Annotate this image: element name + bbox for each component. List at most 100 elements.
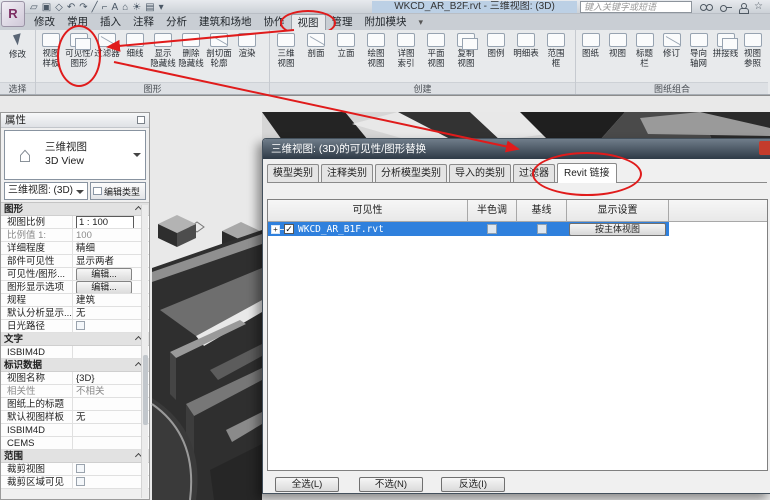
default-3d-view-icon[interactable]: ◇ [55, 1, 63, 14]
title-on-sheet-value[interactable] [73, 398, 149, 410]
view-reference-button[interactable]: 视图 参照 [739, 31, 766, 81]
elevation-button[interactable]: 立面 [331, 31, 361, 81]
section-extents[interactable]: 范围 [1, 450, 149, 463]
tab-imported-categories[interactable]: 导入的类别 [449, 164, 511, 182]
ribbon-minimize-icon[interactable]: ▾ [413, 14, 424, 30]
tab-modify[interactable]: 修改 [28, 14, 61, 30]
show-hidden-lines-button[interactable]: 显示 隐藏线 [149, 31, 177, 81]
section-identity-data[interactable]: 标识数据 [1, 359, 149, 372]
undo-icon[interactable]: ↶ [67, 1, 75, 14]
legend-button[interactable]: 图例 [481, 31, 511, 81]
search-icon[interactable] [700, 4, 713, 11]
3d-view-button[interactable]: 三维 视图 [271, 31, 301, 81]
underlay-checkbox[interactable] [537, 224, 547, 234]
tab-analyze[interactable]: 分析 [160, 14, 193, 30]
scrollbar-thumb[interactable] [143, 355, 148, 425]
tab-revit-links[interactable]: Revit 链接 [557, 163, 617, 183]
communication-center-icon[interactable] [739, 3, 747, 12]
tab-addins[interactable]: 附加模块 [359, 14, 413, 30]
callout-button[interactable]: 详图 索引 [391, 31, 421, 81]
application-menu-button[interactable]: R [1, 1, 25, 27]
tab-manage[interactable]: 管理 [326, 14, 359, 30]
drafting-view-button[interactable]: 绘图 视图 [361, 31, 391, 81]
filters-button[interactable]: 过滤器 [93, 31, 121, 81]
remove-hidden-lines-button[interactable]: 删除 隐藏线 [177, 31, 205, 81]
render-button[interactable]: 渲染 [233, 31, 261, 81]
crop-view-checkbox[interactable] [76, 464, 85, 473]
tab-insert[interactable]: 插入 [94, 14, 127, 30]
close-icon[interactable] [759, 141, 770, 155]
tab-massing-site[interactable]: 建筑和场地 [193, 14, 258, 30]
panel-label-graphics[interactable]: 图形 [36, 82, 269, 94]
tab-analytical-categories[interactable]: 分析模型类别 [375, 164, 447, 182]
guide-grid-button[interactable]: 导向 轴网 [685, 31, 712, 81]
link-visibility-checkbox[interactable]: ✓ [284, 224, 294, 234]
instance-selector[interactable]: 三维视图: (3D) [4, 182, 88, 200]
crop-region-visible-checkbox[interactable] [76, 477, 85, 486]
view-template-button[interactable]: 视图 样板 [37, 31, 65, 81]
discipline-value[interactable]: 建筑 [73, 294, 149, 306]
tree-expander-icon[interactable]: + [271, 225, 280, 234]
save-icon[interactable]: ▣ [42, 1, 51, 14]
qat-menu-icon[interactable]: ▾ [159, 1, 164, 14]
title-block-button[interactable]: 标题 栏 [631, 31, 658, 81]
tab-annotate[interactable]: 注释 [127, 14, 160, 30]
view-button[interactable]: 视图 [604, 31, 631, 81]
duplicate-view-icon [457, 33, 475, 47]
modify-button[interactable]: 修改 [1, 31, 34, 81]
plan-view-button[interactable]: 平面 视图 [421, 31, 451, 81]
isbim4d-text-value[interactable] [73, 346, 149, 358]
graphic-display-edit-button[interactable]: 编辑... [76, 281, 132, 293]
edit-type-button[interactable]: 编辑类型 [90, 182, 146, 200]
section-text[interactable]: 文字 [1, 333, 149, 346]
search-input[interactable]: 键入关键字或短语 [580, 1, 692, 13]
parts-visibility-value[interactable]: 显示两者 [73, 255, 149, 267]
palette-options-icon[interactable] [137, 116, 145, 124]
invert-selection-button[interactable]: 反选(I) [441, 477, 505, 492]
revisions-button[interactable]: 修订 [658, 31, 685, 81]
type-selector[interactable]: ⌂ 三维视图 3D View [4, 130, 146, 180]
duplicate-view-button[interactable]: 复制 视图 [451, 31, 481, 81]
tab-home[interactable]: 常用 [61, 14, 94, 30]
isbim4d-id-value[interactable] [73, 424, 149, 436]
section-graphics[interactable]: 图形 [1, 203, 149, 216]
visibility-graphics-edit-button[interactable]: 编辑... [76, 268, 132, 280]
visibility-graphics-button[interactable]: 可见性/ 图形 [65, 31, 93, 81]
view-scale-value[interactable]: 1 : 100 [76, 216, 134, 228]
type-family-name: 三维视图 [45, 141, 87, 155]
matchline-button[interactable]: 拼接线 [712, 31, 739, 81]
measure-icon[interactable]: ╱ [92, 1, 98, 14]
analysis-display-value[interactable]: 无 [73, 307, 149, 319]
section-button[interactable]: 剖面 [301, 31, 331, 81]
view-name-value[interactable]: {3D} [73, 372, 149, 384]
tab-filters[interactable]: 过滤器 [513, 164, 555, 182]
tab-model-categories[interactable]: 模型类别 [267, 164, 319, 182]
properties-scrollbar[interactable] [141, 205, 148, 498]
redo-icon[interactable]: ↷ [79, 1, 87, 14]
subscription-key-icon[interactable] [720, 5, 732, 10]
favorites-star-icon[interactable]: ☆ [754, 2, 763, 12]
cut-profile-button[interactable]: 剖切面 轮廓 [205, 31, 233, 81]
thin-lines-button[interactable]: 细线 [121, 31, 149, 81]
default-template-value[interactable]: 无 [73, 411, 149, 423]
schedule-button[interactable]: 明细表 [511, 31, 541, 81]
halftone-checkbox[interactable] [487, 224, 497, 234]
sheet-button[interactable]: 图纸 [577, 31, 604, 81]
sun-path-checkbox[interactable] [76, 321, 85, 330]
tab-view[interactable]: 视图 [291, 14, 326, 30]
text-icon[interactable]: A [112, 1, 119, 14]
select-all-button[interactable]: 全选(L) [275, 477, 339, 492]
sun-icon[interactable]: ☀ [132, 1, 141, 14]
scope-box-button[interactable]: 范围 框 [541, 31, 571, 81]
select-none-button[interactable]: 不选(N) [359, 477, 423, 492]
cems-value[interactable] [73, 437, 149, 449]
home-view-icon[interactable]: ⌂ [122, 1, 128, 14]
sheet-icon[interactable]: ▤ [145, 1, 154, 14]
tab-collaborate[interactable]: 协作 [258, 14, 291, 30]
dimension-icon[interactable]: ⌐ [102, 1, 108, 14]
open-icon[interactable]: ▱ [30, 1, 38, 14]
tab-annotation-categories[interactable]: 注释类别 [321, 164, 373, 182]
dialog-titlebar[interactable]: 三维视图: (3D)的可见性/图形替换 [263, 139, 770, 159]
display-settings-button[interactable]: 按主体视图 [569, 223, 666, 236]
detail-level-value[interactable]: 精细 [73, 242, 149, 254]
